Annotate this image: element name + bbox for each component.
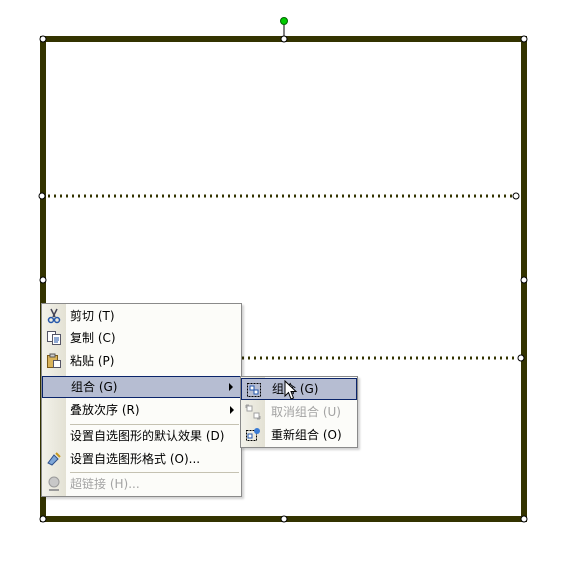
menu-item-label: 设置自选图形格式 (O)... <box>70 452 201 466</box>
menu-item-paste[interactable]: 粘贴 (P) <box>42 350 241 372</box>
copy-icon <box>46 330 62 346</box>
context-menu: 剪切 (T) 复制 (C) 粘贴 (P) 组合 (G) 叠放次序 (R) 设置自… <box>41 303 242 497</box>
menu-item-default-effect[interactable]: 设置自选图形的默认效果 (D) <box>42 425 241 447</box>
rotation-handle[interactable] <box>280 17 288 25</box>
mouse-cursor-icon <box>284 380 298 400</box>
group-submenu: 组合 (G) 取消组合 (U) 重新组合 (O) <box>240 376 358 448</box>
menu-item-label: 组合 (G) <box>71 380 118 394</box>
menu-item-group[interactable]: 组合 (G) <box>42 376 241 398</box>
format-shape-icon <box>46 451 62 467</box>
submenu-arrow-icon <box>229 383 233 391</box>
menu-item-label: 剪切 (T) <box>70 309 115 323</box>
menu-item-label: 设置自选图形的默认效果 (D) <box>70 429 225 443</box>
menu-item-copy[interactable]: 复制 (C) <box>42 327 241 349</box>
menu-item-label: 超链接 (H)... <box>70 477 140 491</box>
menu-item-hyperlink[interactable]: 超链接 (H)... <box>42 473 241 495</box>
submenu-item-label: 取消组合 (U) <box>271 405 341 419</box>
submenu-item-regroup[interactable]: 重新组合 (O) <box>241 424 357 446</box>
menu-item-label: 叠放次序 (R) <box>70 403 140 417</box>
ungroup-icon <box>245 404 261 420</box>
submenu-item-ungroup[interactable]: 取消组合 (U) <box>241 401 357 423</box>
menu-item-label: 粘贴 (P) <box>70 354 115 368</box>
hyperlink-icon <box>46 476 62 492</box>
submenu-arrow-icon <box>230 406 234 414</box>
submenu-item-label: 重新组合 (O) <box>271 428 342 442</box>
submenu-item-group[interactable]: 组合 (G) <box>241 378 357 400</box>
regroup-icon <box>245 427 261 443</box>
group-icon <box>246 382 262 398</box>
menu-item-label: 复制 (C) <box>70 331 116 345</box>
menu-item-cut[interactable]: 剪切 (T) <box>42 305 241 327</box>
menu-item-format-shape[interactable]: 设置自选图形格式 (O)... <box>42 448 241 470</box>
scissors-icon <box>46 308 62 324</box>
menu-item-order[interactable]: 叠放次序 (R) <box>42 399 241 421</box>
paste-icon <box>46 353 62 369</box>
